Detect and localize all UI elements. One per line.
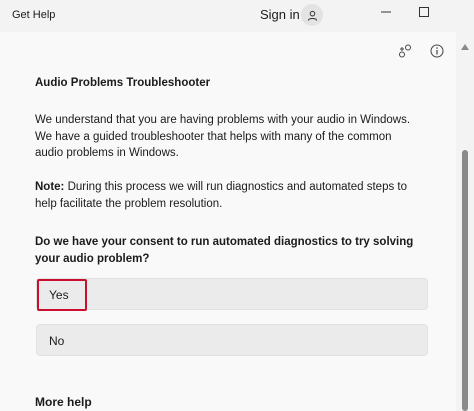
intro-text: We understand that you are having proble… (35, 114, 411, 159)
avatar[interactable] (301, 4, 323, 26)
note-body: During this process we will run diagnost… (35, 181, 408, 210)
sign-in-link[interactable]: Sign in (260, 7, 300, 22)
app-title: Get Help (12, 9, 56, 21)
scroll-up-button[interactable] (460, 42, 470, 52)
note-label: Note: (35, 181, 65, 193)
more-help-heading: More help (35, 395, 92, 409)
main-content: Audio Problems Troubleshooter We underst… (0, 32, 456, 411)
scrollbar[interactable] (456, 32, 474, 411)
yes-option-button[interactable]: Yes (36, 278, 428, 311)
maximize-button[interactable] (404, 0, 444, 24)
chevron-up-icon (461, 44, 469, 50)
info-button[interactable] (428, 42, 446, 60)
content-toolbar (396, 42, 446, 60)
scrollbar-thumb[interactable] (462, 150, 468, 411)
minimize-icon (381, 11, 391, 13)
maximize-icon (419, 7, 429, 17)
page-title: Audio Problems Troubleshooter (35, 77, 211, 89)
no-option-label: No (49, 334, 65, 348)
consent-question: Do we have your consent to run automated… (35, 236, 414, 265)
info-icon (430, 44, 444, 58)
connect-button[interactable] (396, 42, 414, 60)
minimize-button[interactable] (366, 0, 406, 24)
connect-icon (399, 44, 411, 58)
no-option-button[interactable]: No (36, 324, 428, 356)
yes-option-label: Yes (49, 288, 69, 302)
person-icon (307, 10, 317, 21)
note-text: Note: During this process we will run di… (35, 179, 415, 212)
title-bar: Get Help Sign in (0, 0, 474, 32)
